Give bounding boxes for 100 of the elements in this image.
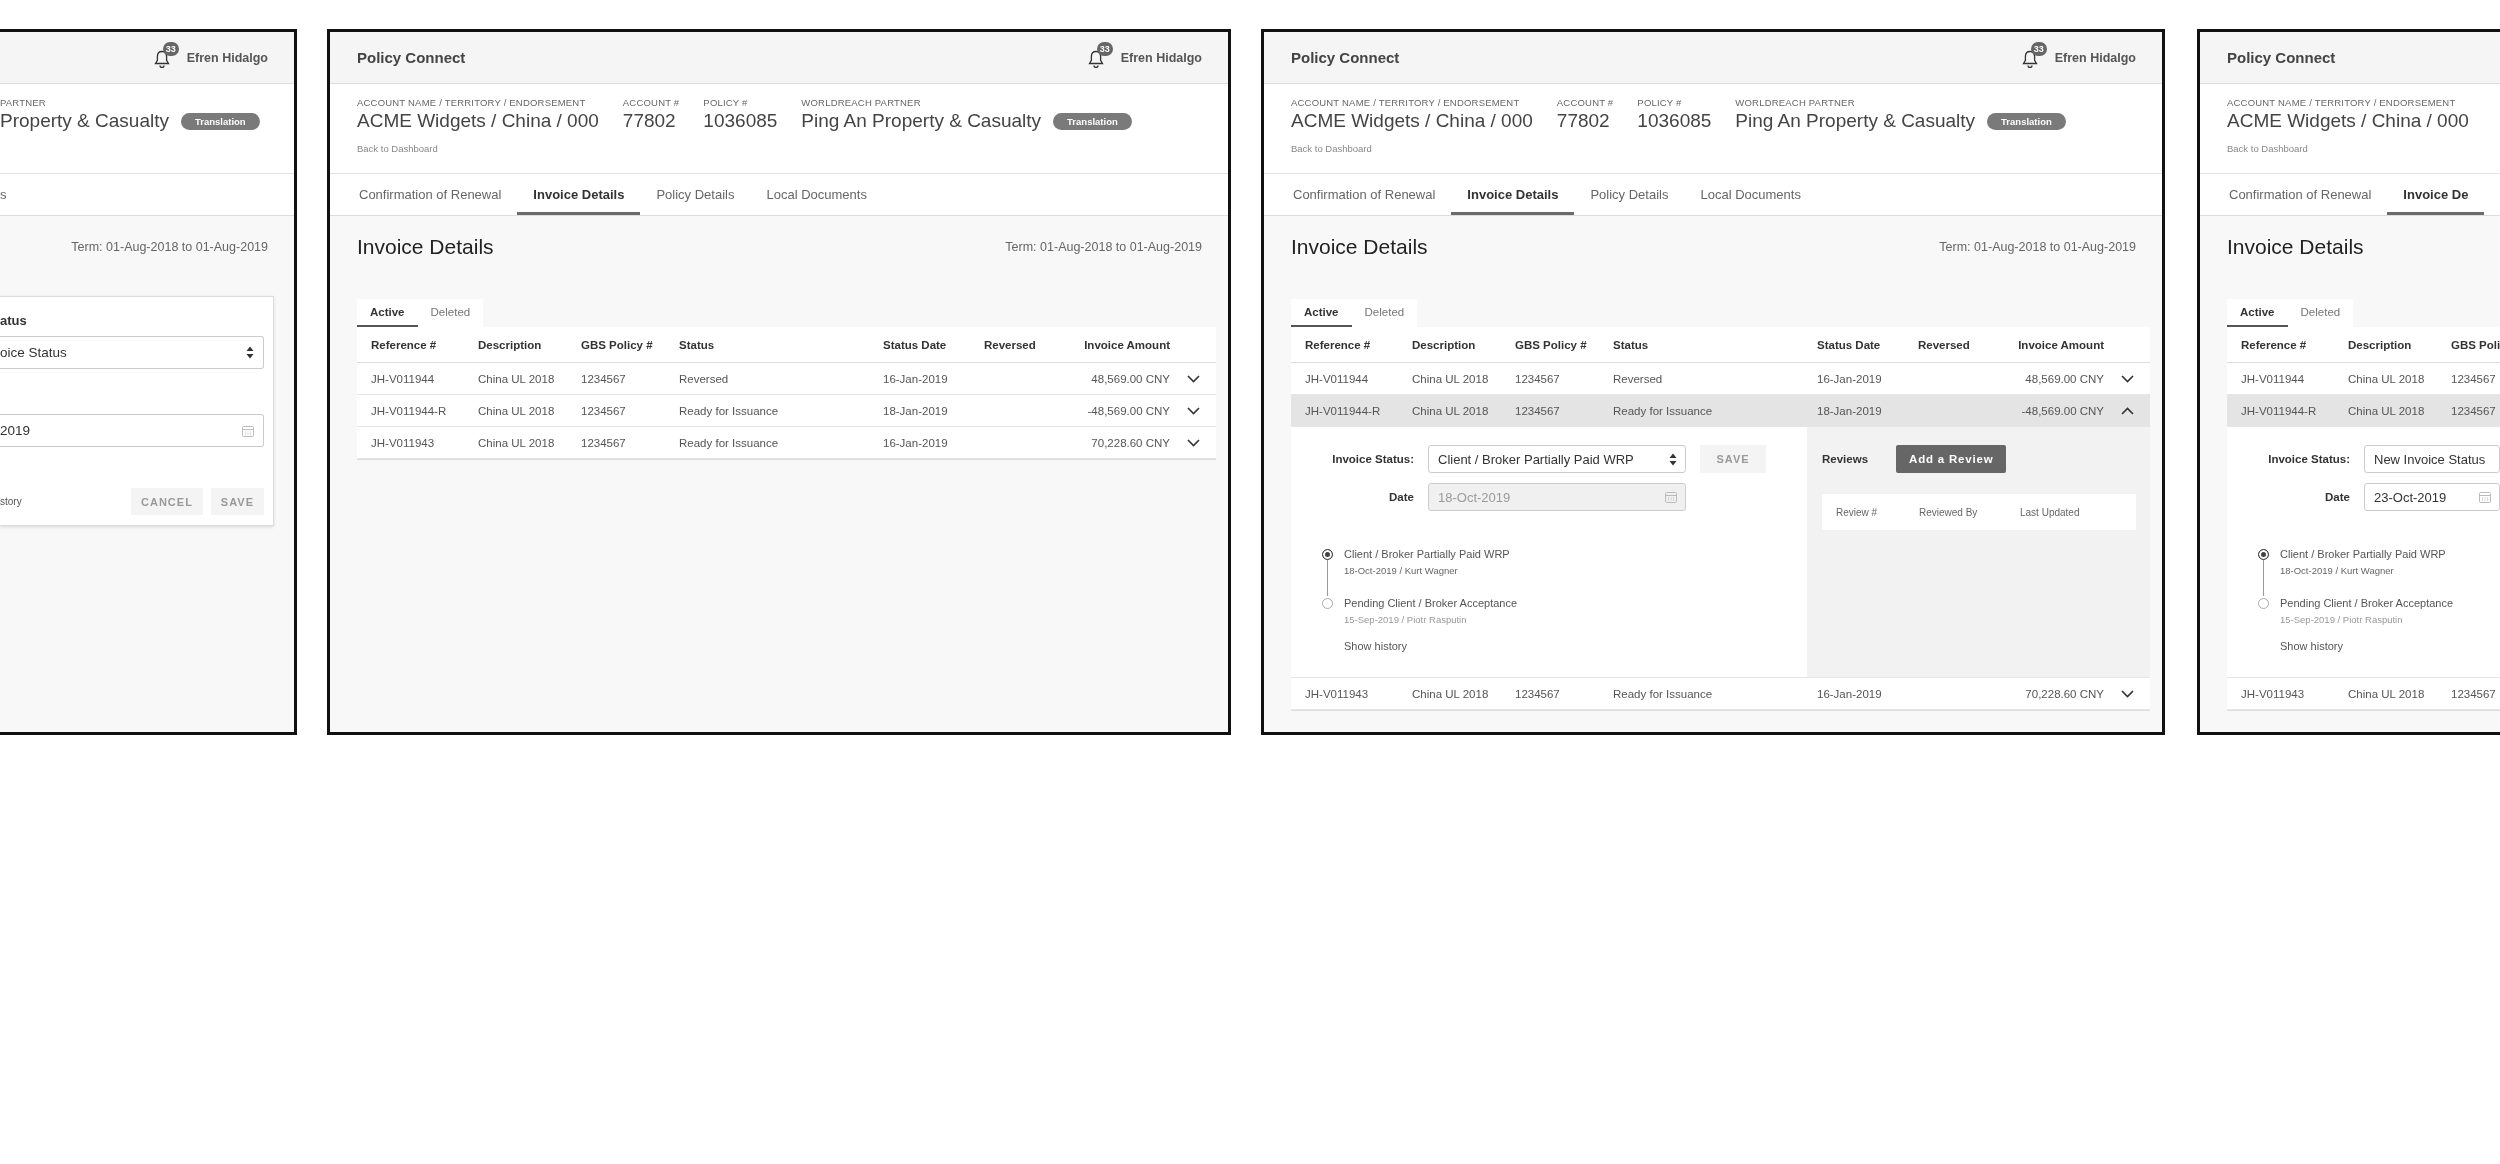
tab[interactable]: Local Documents [750, 174, 883, 215]
notification-count: 33 [162, 41, 179, 56]
table-row[interactable]: JH-V011944-R China UL 2018 1234567 [2227, 395, 2500, 427]
tab[interactable]: Confirmation of Renewal [2213, 174, 2388, 215]
table-cell-text: 1234567 [2451, 404, 2497, 417]
term-text: Term: 01-Aug-2018 to 01-Aug-2019 [1939, 240, 2136, 254]
tab[interactable]: Invoice Details [517, 174, 641, 215]
table-row[interactable]: JH-V011944-R China UL 2018 1234567 Ready for Issuance 18-Jan-2019 -48,569.00 CNY [357, 395, 1216, 427]
back-link[interactable]: Back to Dashboard [357, 143, 438, 154]
chevron-up-icon[interactable] [2120, 406, 2134, 415]
chevron-down-icon[interactable] [1186, 438, 1200, 447]
column-header: Description [478, 338, 543, 351]
column-header: Status Date [883, 338, 948, 351]
column-header: Reversed [1918, 338, 1971, 351]
field-label: ACCOUNT # [1556, 97, 1614, 109]
table-cell-text: 16-Jan-2019 [1817, 372, 1883, 385]
user-name[interactable]: Efren Hidalgo [186, 50, 268, 65]
back-link[interactable]: Back to Dashboard [2227, 143, 2308, 154]
field-label: Date [2324, 491, 2350, 503]
calendar-icon [2479, 491, 2491, 503]
table-cell-text: Ready for Issuance [679, 404, 780, 417]
chevron-down-icon[interactable] [1186, 374, 1200, 383]
column-header: Reversed [984, 338, 1037, 351]
table-cell-text: 1234567 [581, 436, 627, 449]
calendar-icon [1665, 491, 1677, 503]
show-history-link[interactable]: Show history [2280, 640, 2343, 652]
translation-button[interactable]: Translation [1053, 113, 1132, 130]
tab[interactable]: Invoice Details [1451, 174, 1575, 215]
column-header: GBS Policy # [581, 338, 654, 351]
field-label: Invoice Status: [1331, 453, 1414, 465]
table-row[interactable]: JH-V011943 China UL 2018 1234567 [2227, 678, 2500, 710]
date-field[interactable]: 23-Oct-2019 [2364, 483, 2500, 511]
column-header: Invoice Amount [1084, 338, 1170, 351]
table-cell-text: 18-Jan-2019 [1817, 404, 1883, 417]
table-row[interactable]: JH-V011943 China UL 2018 1234567 Ready for Issuance 16-Jan-2019 70,228.60 CNY [1291, 678, 2150, 710]
table-cell-text: 16-Jan-2019 [883, 436, 949, 449]
tab[interactable]: Local Documents [1684, 174, 1817, 215]
field-label: POLICY # [1637, 97, 1683, 109]
table-cell-text: JH-V011944 [2241, 372, 2306, 385]
tab[interactable]: Policy Details [640, 174, 751, 215]
table-cell: -48,569.00 CNY [1087, 404, 1170, 417]
subtab[interactable]: Deleted [2287, 299, 2354, 327]
table-cell-text: JH-V011944 [371, 372, 436, 385]
table-cell-text: 16-Jan-2019 [883, 372, 949, 385]
page-title: Invoice Details [1291, 235, 1428, 259]
field-label: Invoice Status: [2267, 453, 2350, 465]
tab[interactable]: s [0, 174, 23, 215]
chevron-down-icon[interactable] [2120, 689, 2134, 698]
history-meta: 15-Sep-2019 / Piotr Rasputin [1344, 614, 1468, 626]
translation-button[interactable]: Translation [180, 113, 260, 130]
status-select[interactable]: New Invoice Status [2364, 445, 2500, 473]
subtab[interactable]: Deleted [417, 299, 484, 327]
sort-arrows-icon [1669, 452, 1677, 466]
status-select[interactable]: Client / Broker Partially Paid WRP [1428, 445, 1686, 473]
table-cell-text: Ready for Issuance [1613, 404, 1714, 417]
table-cell-text: 1234567 [581, 372, 627, 385]
table-cell-text: China UL 2018 [478, 404, 556, 417]
table-cell-text: JH-V011943 [371, 436, 436, 449]
tab[interactable]: Confirmation of Renewal [1277, 174, 1452, 215]
term-text: Term: 01-Aug-2018 to 01-Aug-2019 [71, 240, 268, 254]
table-cell-text: Reversed [1613, 372, 1664, 385]
table-cell-text: Reversed [679, 372, 730, 385]
table-cell-text: 1234567 [2451, 687, 2497, 700]
sort-arrows-icon [246, 346, 254, 359]
field-label: WORLDREACH PARTNER [801, 97, 922, 109]
history-status: Client / Broker Partially Paid WRP [1344, 547, 1511, 561]
chevron-down-icon[interactable] [2120, 374, 2134, 383]
user-name[interactable]: Efren Hidalgo [1120, 50, 1202, 65]
user-name[interactable]: Efren Hidalgo [2054, 50, 2136, 65]
field-value: ACME Widgets / China / 000 [1291, 109, 1533, 133]
field-value: Property & Casualty [0, 109, 169, 133]
back-link[interactable]: Back to Dashboard [1291, 143, 1372, 154]
tab[interactable]: Policy Details [1574, 174, 1685, 215]
subtab[interactable]: Deleted [1351, 299, 1418, 327]
tab[interactable]: Invoice De [2387, 174, 2485, 215]
date-field[interactable]: 2019 [0, 414, 264, 447]
history-meta: 15-Sep-2019 / Piotr Rasputin [2280, 614, 2404, 626]
show-history-link[interactable]: Show history [1344, 640, 1407, 652]
table-cell-text: JH-V011944-R [2241, 404, 2318, 417]
notification-count: 33 [1096, 41, 1113, 56]
history-status: Pending Client / Broker Acceptance [1344, 596, 1519, 610]
chevron-down-icon[interactable] [1186, 406, 1200, 415]
table-cell-text: JH-V011944-R [371, 404, 448, 417]
app-title: Policy Connect [1291, 49, 1400, 66]
table-row[interactable]: JH-V011944-R China UL 2018 1234567 Ready for Issuance 18-Jan-2019 -48,569.00 CNY [1291, 395, 2150, 427]
add-review-button[interactable]: Add a Review [1896, 445, 2007, 473]
tab[interactable]: Confirmation of Renewal [343, 174, 518, 215]
translation-button[interactable]: Translation [1987, 113, 2066, 130]
table-cell-text: China UL 2018 [478, 372, 556, 385]
history-status: Client / Broker Partially Paid WRP [2280, 547, 2447, 561]
table-cell-text: China UL 2018 [478, 436, 556, 449]
field-label: WORLDREACH PARTNER [1735, 97, 1856, 109]
table-row[interactable]: JH-V011944 China UL 2018 1234567 Reversed 16-Jan-2019 48,569.00 CNY [357, 363, 1216, 395]
column-header: Reference # [371, 338, 438, 351]
show-history-link[interactable]: story [0, 496, 22, 507]
table-cell-text: JH-V011943 [1305, 687, 1370, 700]
status-select[interactable]: oice Status [0, 336, 264, 369]
table-cell: 48,569.00 CNY [2025, 372, 2104, 385]
table-cell-text: China UL 2018 [1412, 372, 1490, 385]
table-row[interactable]: JH-V011943 China UL 2018 1234567 Ready for Issuance 16-Jan-2019 70,228.60 CNY [357, 427, 1216, 459]
